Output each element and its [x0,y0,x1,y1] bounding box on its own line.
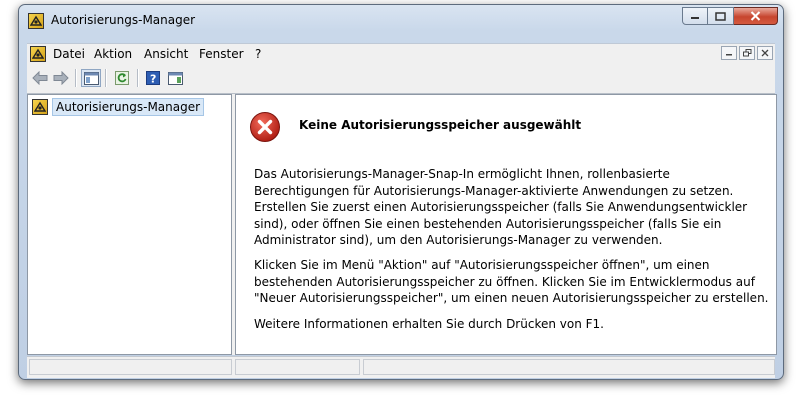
refresh-icon [115,71,129,85]
restore-icon [742,49,751,57]
minimize-button[interactable] [682,7,708,25]
error-icon [250,112,280,142]
menu-item-fenster[interactable]: Fenster [199,47,244,61]
minimize-icon [691,17,699,19]
toolbar-separator [137,69,139,87]
authorization-manager-icon [32,99,48,115]
mdi-restore-button[interactable] [739,46,755,60]
close-icon [750,11,761,21]
close-button[interactable] [734,7,778,25]
title-bar[interactable]: Autorisierungs-Manager [19,5,783,35]
show-hide-action-pane-icon [167,71,183,85]
status-segment [235,359,360,375]
status-bar [27,356,775,378]
app-window: Autorisierungs-Manager Datei Aktion Ansi… [18,4,784,380]
menu-item-aktion[interactable]: Aktion [94,47,132,61]
tree-item-authorization-manager[interactable]: Autorisierungs-Manager [32,98,205,116]
window-title: Autorisierungs-Manager [51,13,196,27]
back-arrow-icon [32,71,48,85]
help-icon: ? [146,71,160,85]
menu-item-ansicht[interactable]: Ansicht [144,47,188,61]
back-button[interactable] [30,69,50,87]
menu-item-datei[interactable]: Datei [53,47,85,61]
toolbar-separator [75,69,77,87]
caption-buttons [682,7,778,26]
console-tree-pane[interactable]: Autorisierungs-Manager [27,94,232,355]
message-paragraph-1: Das Autorisierungs-Manager-Snap-In ermög… [254,167,748,247]
authorization-manager-icon [28,13,44,29]
close-icon [761,49,769,57]
details-pane: Keine Autorisierungsspeicher ausgewählt … [235,94,777,355]
tree-item-label: Autorisierungs-Manager [52,98,205,116]
help-button[interactable]: ? [143,69,163,87]
message-paragraph-3: Weitere Informationen erhalten Sie durch… [254,317,604,331]
menu-bar: Datei Aktion Ansicht Fenster ? [27,43,775,64]
menu-item-help[interactable]: ? [255,47,261,61]
forward-button[interactable] [51,69,71,87]
show-hide-console-tree-button[interactable] [81,69,101,87]
mdi-close-button[interactable] [757,46,773,60]
toolbar-separator [105,69,107,87]
status-segment [29,359,232,375]
system-menu-icon[interactable] [30,46,46,62]
show-hide-console-tree-icon [83,71,99,85]
message-paragraph-2: Klicken Sie im Menü "Aktion" auf "Autori… [254,258,769,305]
show-hide-action-pane-button[interactable] [165,69,185,87]
refresh-button[interactable] [112,69,132,87]
maximize-button[interactable] [708,7,734,25]
svg-text:?: ? [150,73,156,86]
mdi-caption-buttons [721,46,773,60]
minimize-icon [726,54,732,56]
message-heading: Keine Autorisierungsspeicher ausgewählt [299,118,582,132]
mdi-minimize-button[interactable] [721,46,737,60]
forward-arrow-icon [53,71,69,85]
status-segment [363,359,775,375]
maximize-icon [715,11,726,21]
toolbar: ? [27,64,775,94]
